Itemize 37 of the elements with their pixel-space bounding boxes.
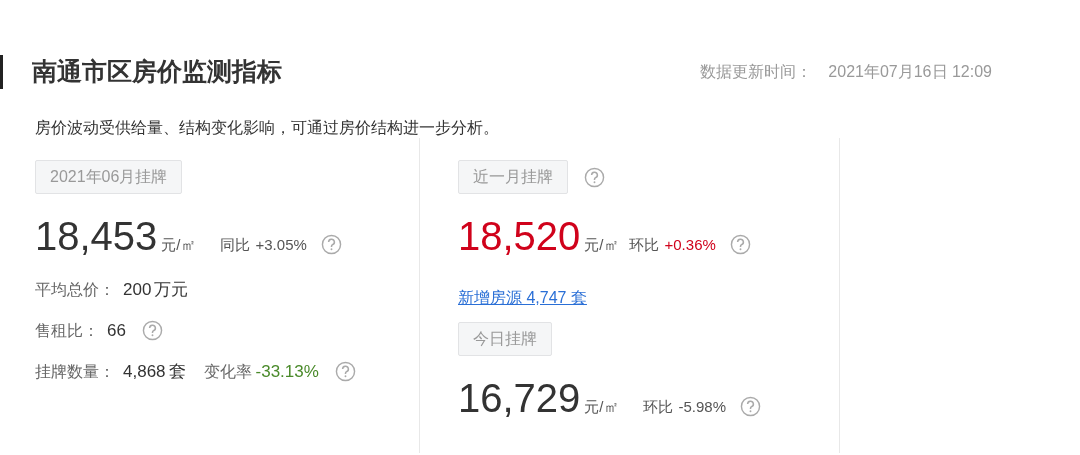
stat-value: 200	[123, 278, 152, 301]
update-label: 数据更新时间：	[700, 62, 813, 82]
period-tag: 2021年06月挂牌	[35, 160, 183, 194]
change-value: -5.98%	[678, 396, 727, 417]
period-tag: 今日挂牌	[458, 322, 552, 356]
stat-unit: 套	[168, 360, 186, 383]
change-label: 环比	[642, 396, 673, 417]
change-label: 环比	[628, 234, 659, 255]
change-value: -33.13%	[255, 360, 319, 383]
stat-label: 售租比：	[35, 320, 99, 341]
page-title: 南通市区房价监测指标	[32, 56, 282, 88]
stat-label: 挂牌数量：	[35, 361, 115, 382]
help-icon[interactable]	[334, 361, 356, 382]
price-unit: 元/㎡	[584, 234, 619, 255]
price-unit: 元/㎡	[161, 234, 196, 255]
stat-unit: 万元	[154, 278, 189, 301]
help-icon[interactable]	[320, 234, 342, 256]
change-label: 变化率	[203, 361, 252, 382]
description-text: 房价波动受供给量、结构变化影响，可通过房价结构进一步分析。	[35, 118, 500, 138]
price-unit: 元/㎡	[584, 396, 619, 417]
listing-link[interactable]: 新增房源 4,747 套	[458, 286, 587, 310]
period-tag: 近一月挂牌	[458, 160, 568, 194]
change-value: +0.36%	[664, 234, 716, 255]
price-value: 18,453	[35, 216, 158, 256]
price-value: 16,729	[458, 378, 581, 418]
heading-bar	[0, 55, 3, 89]
change-label: 同比	[219, 234, 250, 255]
stat-value: 4,868	[123, 360, 166, 383]
help-icon[interactable]	[729, 234, 751, 256]
update-time: 2021年07月16日 12:09	[828, 62, 992, 82]
help-icon[interactable]	[740, 396, 762, 418]
stat-value: 66	[107, 319, 126, 342]
change-value: +3.05%	[255, 234, 307, 255]
price-value: 18,520	[458, 216, 581, 256]
help-icon[interactable]	[141, 320, 163, 341]
help-icon[interactable]	[584, 166, 605, 188]
stat-label: 平均总价：	[35, 279, 115, 300]
